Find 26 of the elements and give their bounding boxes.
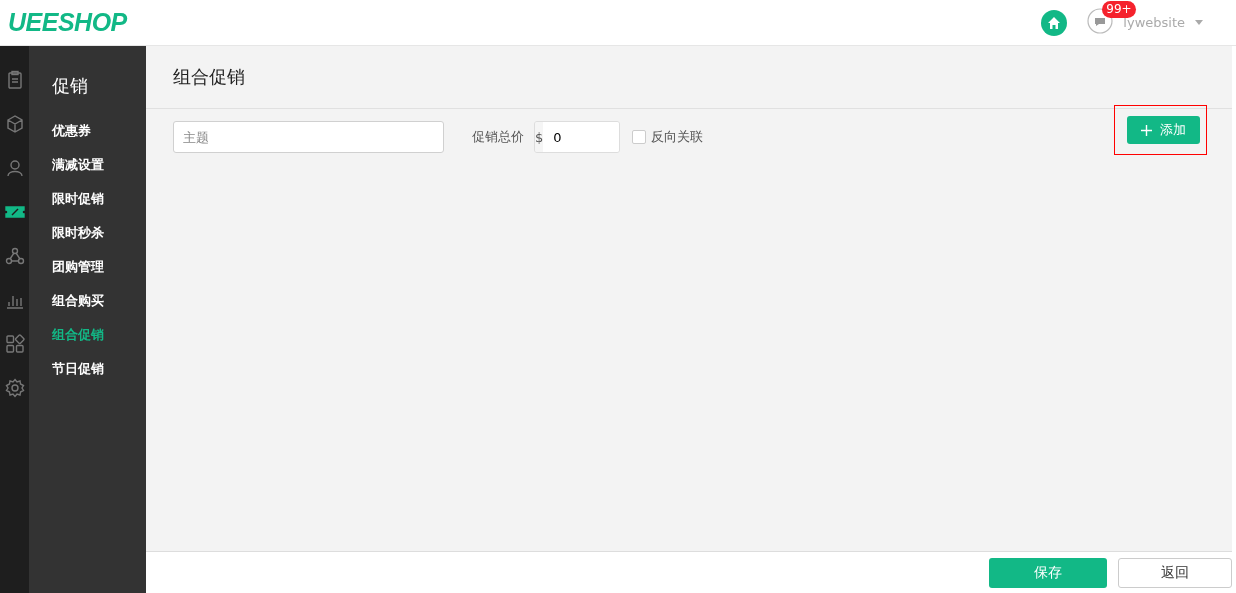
home-icon[interactable] bbox=[1041, 9, 1068, 36]
sidebar-item[interactable]: 节日促销 bbox=[52, 352, 146, 386]
notification-badge: 99+ bbox=[1102, 0, 1136, 18]
plus-icon bbox=[1141, 124, 1152, 136]
sidebar-item[interactable]: 限时秒杀 bbox=[52, 216, 146, 250]
sidebar-item[interactable]: 组合购买 bbox=[52, 284, 146, 318]
sidebar-item[interactable]: 优惠券 bbox=[52, 114, 146, 148]
caret-icon[interactable] bbox=[1195, 20, 1203, 25]
back-button[interactable]: 返回 bbox=[1118, 557, 1232, 588]
sidebar-title: 促销 bbox=[52, 74, 89, 98]
apps-icon[interactable] bbox=[4, 334, 25, 354]
page-title: 组合促销 bbox=[173, 65, 245, 89]
sidebar-item[interactable]: 团购管理 bbox=[52, 250, 146, 284]
price-label: 促销总价 bbox=[472, 128, 524, 146]
logo: UEESHOP bbox=[8, 8, 127, 37]
reverse-label: 反向关联 bbox=[651, 128, 703, 146]
reverse-checkbox[interactable] bbox=[632, 130, 646, 144]
sidebar-item[interactable]: 组合促销 bbox=[52, 318, 146, 352]
sidebar-item[interactable]: 限时促销 bbox=[52, 182, 146, 216]
user-icon[interactable] bbox=[4, 158, 25, 178]
box-icon[interactable] bbox=[4, 114, 25, 134]
sidebar-item[interactable]: 满减设置 bbox=[52, 148, 146, 182]
network-icon[interactable] bbox=[4, 246, 25, 266]
gear-icon[interactable] bbox=[4, 378, 25, 398]
subject-field[interactable]: 主题 bbox=[173, 121, 444, 153]
price-field[interactable]: $ 0 bbox=[534, 121, 620, 153]
